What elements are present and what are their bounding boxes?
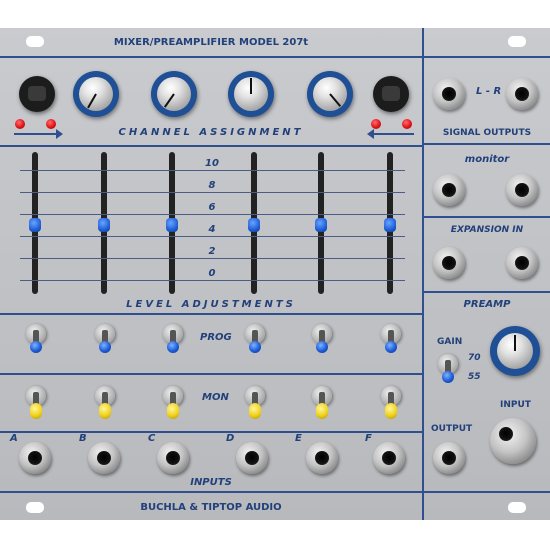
prog-toggle-1[interactable] <box>26 324 46 353</box>
prog-label: PROG <box>200 332 232 343</box>
mount-hole <box>508 502 526 513</box>
divider-right-3 <box>422 291 550 293</box>
input-label-d: D <box>226 433 235 444</box>
prog-toggle-2[interactable] <box>95 324 115 353</box>
channel-assign-knob-1[interactable] <box>73 71 119 117</box>
prog-toggle-3[interactable] <box>163 324 183 353</box>
scale-label: 2 <box>208 246 216 257</box>
preamp-gain-knob[interactable] <box>490 326 540 376</box>
input-jack-f[interactable] <box>373 442 405 474</box>
scale-label: 4 <box>208 224 216 235</box>
gain-high-label: 70 <box>468 353 481 363</box>
monitor-jack-2[interactable] <box>506 174 538 206</box>
output-label: OUTPUT <box>431 424 473 434</box>
divider-channel <box>0 145 422 147</box>
channel-assign-knob-2[interactable] <box>151 71 197 117</box>
inputs-label: INPUTS <box>190 477 232 488</box>
monitor-jack-1[interactable] <box>433 174 465 206</box>
channel-assign-knob-3[interactable] <box>228 71 274 117</box>
channel-assignment-label: CHANNEL ASSIGNMENT <box>118 127 304 138</box>
preamp-label: PREAMP <box>463 299 511 310</box>
mon-toggle-2[interactable] <box>95 386 115 419</box>
expansion-in-label: EXPANSION IN <box>450 225 524 235</box>
divider-level <box>0 313 422 315</box>
monitor-label: monitor <box>464 154 510 165</box>
level-slider-3[interactable] <box>166 218 178 232</box>
preamp-input-jack[interactable] <box>490 418 536 464</box>
scale-line <box>20 280 405 281</box>
input-label-b: B <box>79 433 87 444</box>
prog-toggle-4[interactable] <box>245 324 265 353</box>
divider-mon <box>0 431 422 433</box>
level-slider-1[interactable] <box>29 218 41 232</box>
input-jack-c[interactable] <box>157 442 189 474</box>
input-label-e: E <box>295 433 302 444</box>
level-adjustments-label: LEVEL ADJUSTMENTS <box>126 299 296 310</box>
level-slider-6[interactable] <box>384 218 396 232</box>
input-jack-b[interactable] <box>88 442 120 474</box>
divider-bottom <box>0 491 550 493</box>
divider-right-2 <box>422 216 550 218</box>
input-jack-d[interactable] <box>236 442 268 474</box>
prog-toggle-6[interactable] <box>381 324 401 353</box>
input-jack-a[interactable] <box>19 442 51 474</box>
gain-toggle[interactable] <box>438 354 458 383</box>
scale-line <box>20 258 405 259</box>
level-slider-2[interactable] <box>98 218 110 232</box>
input-label: INPUT <box>500 400 531 410</box>
input-label-c: C <box>148 433 156 444</box>
scale-label: 6 <box>208 202 216 213</box>
input-label-f: F <box>365 433 372 444</box>
divider-top <box>0 56 550 58</box>
scale-label: 8 <box>208 180 216 191</box>
mon-toggle-6[interactable] <box>381 386 401 419</box>
level-slider-4[interactable] <box>248 218 260 232</box>
scale-line <box>20 236 405 237</box>
mon-label: MON <box>202 392 229 403</box>
expansion-in-jack-2[interactable] <box>506 247 538 279</box>
scale-line <box>20 214 405 215</box>
gain-label: GAIN <box>437 337 463 347</box>
input-jack-e[interactable] <box>306 442 338 474</box>
divider-prog <box>0 373 422 375</box>
expansion-in-jack-1[interactable] <box>433 247 465 279</box>
scale-line <box>20 192 405 193</box>
gain-low-label: 55 <box>468 372 481 382</box>
channel-assign-knob-4[interactable] <box>307 71 353 117</box>
signal-output-r-jack[interactable] <box>506 78 538 110</box>
scale-label: 0 <box>208 268 216 279</box>
l-r-label: L - R <box>476 86 502 97</box>
expansion-jack-right[interactable] <box>373 76 409 112</box>
module-panel: MIXER/PREAMPLIFIER MODEL 207t CHANNEL AS… <box>0 28 550 520</box>
expansion-jack-left[interactable] <box>19 76 55 112</box>
preamp-output-jack[interactable] <box>433 442 465 474</box>
prog-toggle-5[interactable] <box>312 324 332 353</box>
signal-output-l-jack[interactable] <box>433 78 465 110</box>
divider-right-1 <box>422 143 550 145</box>
mon-toggle-5[interactable] <box>312 386 332 419</box>
divider-vertical <box>422 28 424 520</box>
mon-toggle-4[interactable] <box>245 386 265 419</box>
mon-toggle-3[interactable] <box>163 386 183 419</box>
level-slider-5[interactable] <box>315 218 327 232</box>
input-label-a: A <box>10 433 18 444</box>
brand-label: BUCHLA & TIPTOP AUDIO <box>140 502 282 513</box>
signal-outputs-label: SIGNAL OUTPUTS <box>442 128 532 138</box>
mount-hole <box>508 36 526 47</box>
module-title: MIXER/PREAMPLIFIER MODEL 207t <box>113 37 309 48</box>
scale-line <box>20 170 405 171</box>
scale-label: 10 <box>205 158 219 169</box>
mon-toggle-1[interactable] <box>26 386 46 419</box>
